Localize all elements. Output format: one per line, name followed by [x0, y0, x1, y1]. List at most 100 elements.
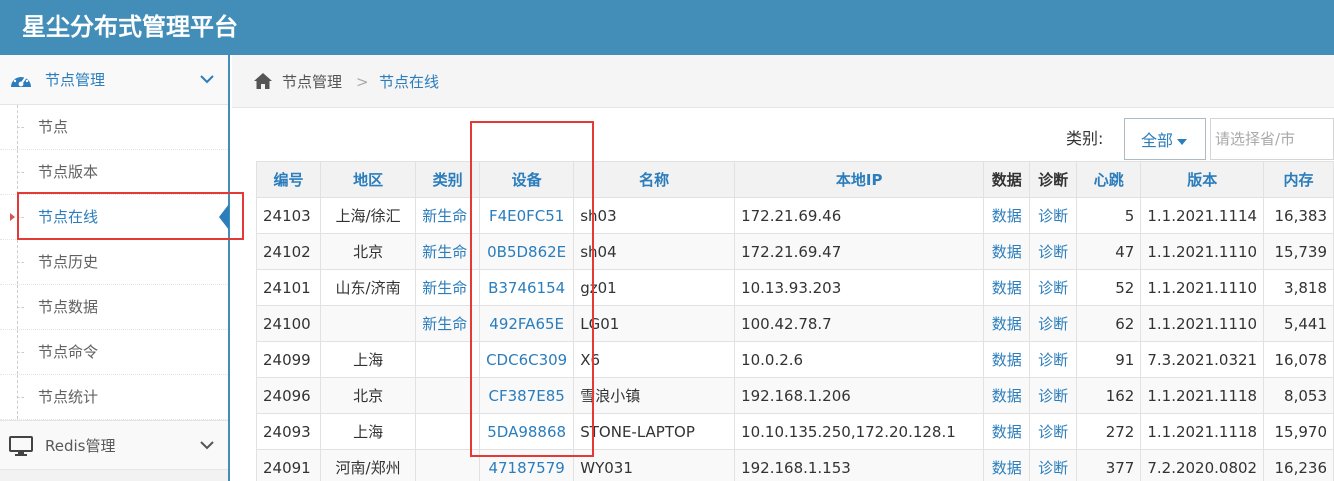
cell-id: 24101	[256, 269, 321, 306]
cell-memory: 16,383	[1263, 197, 1334, 234]
cell-region	[319, 305, 417, 342]
sidebar-group-label: 节点管理	[45, 71, 106, 89]
col-header-memory[interactable]: 内存	[1263, 161, 1334, 198]
cell-data-link[interactable]: 数据	[983, 449, 1031, 481]
cell-region: 上海	[319, 341, 417, 378]
cell-id: 24100	[256, 305, 321, 342]
cell-data-link[interactable]: 数据	[983, 377, 1031, 414]
top-bar: 星尘分布式管理平台	[0, 0, 1334, 55]
sidebar: 节点管理 节点 节点版本 节点在线 节点历史 节点数据 节点命令 节点统计 Re…	[0, 55, 230, 481]
cell-name: sh04	[573, 233, 736, 270]
cell-heartbeat: 5	[1076, 197, 1142, 234]
cell-diag-link[interactable]: 诊断	[1029, 377, 1078, 414]
table-row: 24091 河南/郑州 47187579 WY031 192.168.1.153 数据 诊断…	[256, 449, 1334, 481]
sidebar-submenu: 节点 节点版本 节点在线 节点历史 节点数据 节点命令 节点统计	[0, 105, 229, 420]
cell-data-link[interactable]: 数据	[983, 341, 1031, 378]
cell-ip: 192.168.1.153	[734, 449, 985, 481]
cell-data-link[interactable]: 数据	[983, 233, 1031, 270]
table-header-row: 编号 地区 类别 设备 名称 本地IP 数据 诊断 心跳 版本 内存	[256, 161, 1334, 198]
app-title: 星尘分布式管理平台	[22, 13, 238, 41]
cell-data-link[interactable]: 数据	[983, 413, 1031, 450]
cell-version: 1.1.2021.1118	[1140, 377, 1265, 414]
tachometer-icon	[11, 73, 31, 87]
col-header-name[interactable]: 名称	[573, 161, 736, 198]
cell-id: 24102	[256, 233, 321, 270]
sidebar-group-redis[interactable]: Redis管理	[0, 420, 228, 470]
cell-region: 山东/济南	[319, 269, 417, 306]
cell-diag-link[interactable]: 诊断	[1029, 305, 1078, 342]
cell-heartbeat: 272	[1076, 413, 1142, 450]
col-header-ip[interactable]: 本地IP	[734, 161, 985, 198]
sidebar-group-node-management[interactable]: 节点管理	[0, 55, 228, 105]
sidebar-item-label: 节点统计	[38, 388, 99, 406]
sidebar-group-label: Redis管理	[45, 437, 116, 455]
cell-version: 7.3.2021.0321	[1140, 341, 1265, 378]
cell-name: gz01	[573, 269, 736, 306]
sidebar-item-label: 节点命令	[38, 343, 99, 361]
cell-region: 河南/郑州	[319, 449, 417, 481]
sidebar-item-node-command[interactable]: 节点命令	[0, 330, 228, 375]
highlight-box-sidebar	[17, 192, 244, 240]
cell-heartbeat: 47	[1076, 233, 1142, 270]
cell-data-link[interactable]: 数据	[983, 305, 1031, 342]
col-header-version[interactable]: 版本	[1140, 161, 1265, 198]
cell-diag-link[interactable]: 诊断	[1029, 197, 1078, 234]
cell-name: STONE-LAPTOP	[573, 413, 736, 450]
cell-diag-link[interactable]: 诊断	[1029, 413, 1078, 450]
chevron-down-icon[interactable]	[199, 437, 215, 453]
cell-heartbeat: 162	[1076, 377, 1142, 414]
cell-region: 上海/徐汇	[319, 197, 417, 234]
table-row: 24099 上海 CDC6C309 X6 10.0.2.6 数据 诊断 91 7.3.2021.…	[256, 341, 1334, 378]
cell-version: 1.1.2021.1110	[1140, 305, 1265, 342]
breadcrumb-current: 节点在线	[379, 73, 440, 91]
cell-diag-link[interactable]: 诊断	[1029, 449, 1078, 481]
highlight-box-device-column	[470, 121, 594, 457]
breadcrumb-root[interactable]: 节点管理	[282, 72, 342, 92]
sidebar-item-node-data[interactable]: 节点数据	[0, 285, 228, 330]
cell-id: 24091	[256, 449, 321, 481]
cell-name: X6	[573, 341, 736, 378]
cell-version: 1.1.2021.1118	[1140, 413, 1265, 450]
cell-diag-link[interactable]: 诊断	[1029, 233, 1078, 270]
cell-version: 1.1.2021.1114	[1140, 197, 1265, 234]
sidebar-item-label: 节点历史	[38, 253, 99, 271]
category-filter-label: 类别:	[1066, 129, 1104, 148]
sidebar-item-node[interactable]: 节点	[0, 105, 228, 150]
col-header-diag: 诊断	[1029, 161, 1078, 198]
cell-heartbeat: 52	[1076, 269, 1142, 306]
breadcrumb-separator: >	[356, 73, 369, 91]
cell-ip: 10.10.135.250,172.20.128.1	[734, 413, 985, 450]
col-header-id[interactable]: 编号	[256, 161, 321, 198]
cell-id: 24093	[256, 413, 321, 450]
sidebar-item-node-stats[interactable]: 节点统计	[0, 375, 228, 420]
col-header-data: 数据	[983, 161, 1031, 198]
category-dropdown[interactable]: 全部	[1124, 118, 1206, 160]
cell-id: 24103	[256, 197, 321, 234]
sidebar-item-node-version[interactable]: 节点版本	[0, 150, 228, 195]
sidebar-item-label: 节点数据	[38, 298, 99, 316]
cell-region: 北京	[319, 377, 417, 414]
cell-version: 1.1.2021.1110	[1140, 269, 1265, 306]
col-header-region[interactable]: 地区	[319, 161, 417, 198]
cell-memory: 8,053	[1263, 377, 1334, 414]
cell-ip: 10.0.2.6	[734, 341, 985, 378]
cell-diag-link[interactable]: 诊断	[1029, 341, 1078, 378]
table-row: 24102 北京 新生命 0B5D862E sh04 172.21.69.47 数据 诊断 47…	[256, 233, 1334, 270]
home-icon[interactable]	[253, 72, 273, 90]
cell-diag-link[interactable]: 诊断	[1029, 269, 1078, 306]
region-select-input[interactable]	[1210, 118, 1334, 160]
sidebar-item-label: 节点版本	[38, 163, 99, 181]
table-row: 24101 山东/济南 新生命 B3746154 gz01 10.13.93.203 数据诊…	[256, 269, 1334, 306]
table-row: 24093 上海 5DA98868 STONE-LAPTOP 10.10.135.250…	[256, 413, 1334, 450]
cell-ip: 192.168.1.206	[734, 377, 985, 414]
col-header-heartbeat[interactable]: 心跳	[1076, 161, 1142, 198]
chevron-down-icon[interactable]	[199, 71, 215, 87]
breadcrumb: 节点管理 > 节点在线	[232, 55, 1334, 108]
sidebar-item-node-history[interactable]: 节点历史	[0, 240, 228, 285]
category-dropdown-value: 全部	[1141, 131, 1174, 150]
cell-data-link[interactable]: 数据	[983, 269, 1031, 306]
sidebar-item-label: 节点	[38, 118, 69, 136]
cell-heartbeat: 91	[1076, 341, 1142, 378]
cell-data-link[interactable]: 数据	[983, 197, 1031, 234]
cell-name: WY031	[573, 449, 736, 481]
